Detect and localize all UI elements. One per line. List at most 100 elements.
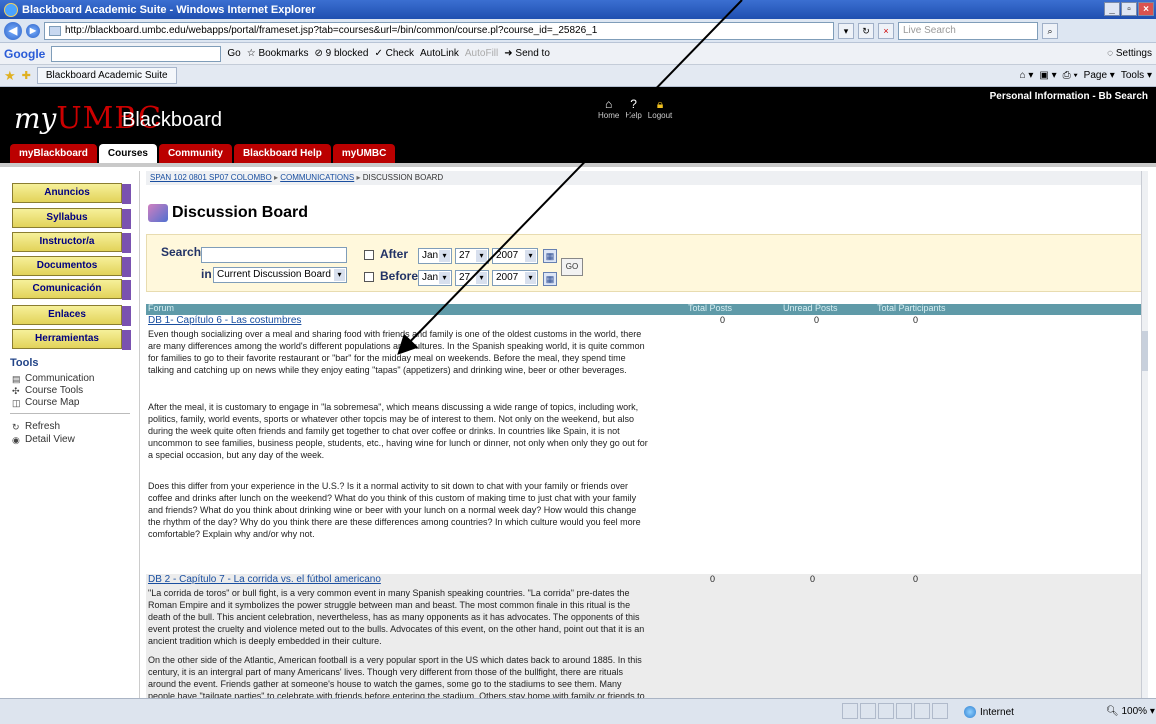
after-checkbox[interactable] — [364, 250, 374, 260]
scrollbar-thumb[interactable] — [1142, 331, 1148, 371]
before-month-select[interactable]: Jan — [418, 270, 452, 286]
stop-icon[interactable]: × — [878, 22, 894, 39]
help-link[interactable]: ? Help — [625, 97, 641, 120]
go-button[interactable]: GO — [561, 258, 583, 276]
minimize-button[interactable]: _ — [1104, 2, 1120, 16]
live-search-input[interactable]: Live Search — [898, 21, 1038, 40]
logout-link[interactable]: 🔒︎ Logout — [648, 97, 672, 120]
security-zone[interactable]: Internet — [964, 706, 1014, 718]
tab-myblackboard[interactable]: myBlackboard — [10, 144, 97, 164]
forum-row: DB 2 - Capítulo 7 - La corrida vs. el fú… — [146, 574, 1146, 698]
after-day-select[interactable]: 27 — [455, 248, 489, 264]
nav-comunicacion[interactable]: Comunicación — [12, 279, 131, 300]
home-link[interactable]: ⌂ Home — [598, 97, 619, 120]
browser-tabs-bar: ★ ✚ Blackboard Academic Suite ⌂ ▾ ▣ ▾ ⎙ … — [0, 65, 1156, 87]
tool-course-tools-label: Course Tools — [25, 385, 84, 396]
header-unread-posts[interactable]: Unread Posts — [783, 303, 838, 313]
tab-community[interactable]: Community — [158, 144, 232, 164]
back-button[interactable]: ◀ — [4, 21, 22, 40]
scope-select[interactable]: Current Discussion Board — [213, 267, 347, 283]
maximize-button[interactable]: ▫ — [1121, 2, 1137, 16]
tab-blackboard-help[interactable]: Blackboard Help — [233, 144, 331, 164]
detail-view-link[interactable]: ◉ Detail View — [12, 434, 75, 445]
close-button[interactable]: × — [1138, 2, 1154, 16]
window-title: Blackboard Academic Suite - Windows Inte… — [22, 3, 316, 16]
url-dropdown-icon[interactable]: ▾ — [838, 22, 854, 39]
tab-myumbc[interactable]: myUMBC — [332, 144, 396, 164]
forum-participants: 0 — [913, 315, 919, 325]
tools-menu-label: Tools — [1120, 70, 1145, 81]
home-link-label: Home — [598, 111, 620, 120]
before-checkbox[interactable] — [364, 272, 374, 282]
brand-my: my — [14, 102, 57, 135]
nav-instructora[interactable]: Instructor/a — [12, 232, 131, 253]
google-settings-label: Settings — [1115, 48, 1152, 59]
header-icon-links: ⌂ Home ? Help 🔒︎ Logout — [598, 97, 672, 120]
tool-course-map[interactable]: ◫ Course Map — [12, 397, 79, 408]
forum-total-posts: 0 — [710, 574, 716, 584]
before-calendar-icon[interactable]: ▦ — [543, 272, 557, 286]
nav-documentos[interactable]: Documentos — [12, 256, 131, 277]
forum-description-paragraph: Even though socializing over a meal and … — [148, 329, 645, 375]
nav-anuncios[interactable]: Anuncios — [12, 183, 131, 204]
refresh-label: Refresh — [25, 421, 61, 432]
search-icon[interactable]: ⌕ — [1042, 22, 1058, 39]
ie-logo-icon — [4, 2, 18, 17]
discussion-board-icon — [148, 204, 168, 222]
browser-tab[interactable]: Blackboard Academic Suite — [36, 67, 177, 84]
tab-courses[interactable]: Courses — [98, 144, 157, 164]
tool-course-tools[interactable]: ✣ Course Tools — [12, 385, 83, 396]
send-to-button[interactable]: ➜ Send to — [504, 48, 550, 59]
forum-unread-posts: 0 — [810, 574, 816, 584]
nav-syllabus[interactable]: Syllabus — [12, 208, 131, 229]
before-year-select[interactable]: 2007 — [492, 270, 538, 286]
breadcrumb-course[interactable]: SPAN 102 0801 SP07 COLOMBO — [150, 173, 272, 182]
google-settings-button[interactable]: ◌ Settings — [1107, 48, 1152, 59]
after-calendar-icon[interactable]: ▦ — [543, 249, 557, 263]
autofill-button[interactable]: AutoFill — [465, 48, 498, 59]
page-menu-label: Page — [1083, 70, 1108, 81]
breadcrumb-section[interactable]: COMMUNICATIONS — [280, 173, 354, 182]
page-scrollbar[interactable] — [1141, 171, 1148, 698]
header-total-participants[interactable]: Total Participants — [877, 303, 946, 313]
forum-description-paragraph: After the meal, it is customary to engag… — [148, 402, 648, 460]
google-go-button[interactable]: Go — [227, 48, 240, 59]
nav-herramientas[interactable]: Herramientas — [12, 329, 131, 350]
google-toolbar: Google Go ☆ Bookmarks ⊘ 9 blocked ✓ Chec… — [0, 43, 1156, 65]
autolink-button[interactable]: AutoLink — [420, 48, 459, 59]
google-search-input[interactable] — [51, 45, 222, 62]
print-icon[interactable]: ⎙ ▾ — [1063, 70, 1078, 81]
refresh-link[interactable]: ↻ Refresh — [12, 421, 60, 432]
tools-menu[interactable]: Tools ▾ — [1121, 70, 1152, 81]
address-bar: ◀ ▶ http://blackboard.umbc.edu/webapps/p… — [0, 19, 1156, 43]
refresh-icon[interactable]: ↻ — [858, 22, 874, 39]
after-year-select[interactable]: 2007 — [492, 248, 538, 264]
course-map-icon: ◫ — [12, 397, 21, 408]
internet-globe-icon — [964, 706, 976, 718]
header-top-links[interactable]: Personal Information - Bb Search — [990, 91, 1148, 102]
tool-communication[interactable]: ▤ Communication — [12, 373, 94, 384]
before-day-select[interactable]: 27 — [455, 270, 489, 286]
popup-blocker-button[interactable]: ⊘ 9 blocked — [314, 48, 368, 59]
spell-check-button[interactable]: ✓ Check — [374, 48, 414, 59]
nav-enlaces[interactable]: Enlaces — [12, 305, 131, 326]
feeds-icon[interactable]: ▣ ▾ — [1039, 70, 1056, 81]
favorites-star-icon[interactable]: ★ — [4, 68, 16, 84]
page-menu[interactable]: Page ▾ — [1084, 70, 1115, 81]
header-forum[interactable]: Forum — [148, 303, 174, 313]
forum-title-link[interactable]: DB 1- Capítulo 6 - Las costumbres — [148, 315, 301, 326]
zoom-level[interactable]: 🔍︎ 100% ▾ — [1106, 706, 1155, 717]
header-total-posts[interactable]: Total Posts — [688, 303, 732, 313]
url-field[interactable]: http://blackboard.umbc.edu/webapps/porta… — [44, 21, 834, 40]
forward-button[interactable]: ▶ — [26, 23, 40, 38]
course-tools-icon: ✣ — [12, 385, 20, 396]
home-icon[interactable]: ⌂ ▾ — [1020, 70, 1034, 81]
add-favorites-icon[interactable]: ✚ — [22, 69, 31, 82]
product-name: Blackboard — [122, 109, 223, 131]
spell-check-label: Check — [385, 48, 414, 59]
google-bookmarks-button[interactable]: ☆ Bookmarks — [247, 48, 309, 59]
tools-divider — [10, 413, 130, 414]
forum-title-link[interactable]: DB 2 - Capítulo 7 - La corrida vs. el fú… — [148, 574, 381, 585]
search-input[interactable] — [201, 247, 347, 263]
after-month-select[interactable]: Jan — [418, 248, 452, 264]
